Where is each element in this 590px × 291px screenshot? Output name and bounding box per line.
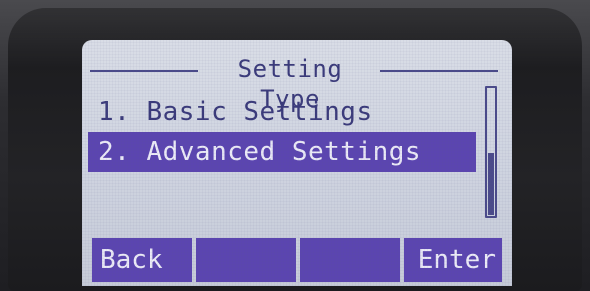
scrollbar-thumb[interactable]	[488, 153, 494, 215]
softkey-2[interactable]	[196, 238, 296, 282]
softkey-bar: Back Enter	[92, 238, 502, 282]
menu-item-advanced-settings[interactable]: 2. Advanced Settings	[88, 132, 476, 172]
lcd-screen: Setting Type 1. Basic Settings 2. Advanc…	[82, 40, 512, 286]
header-rule-right	[380, 70, 498, 72]
menu-item-basic-settings[interactable]: 1. Basic Settings	[88, 92, 476, 132]
scrollbar[interactable]	[485, 86, 497, 218]
back-softkey[interactable]: Back	[92, 238, 192, 282]
settings-menu: 1. Basic Settings 2. Advanced Settings	[88, 92, 476, 172]
screen-header: Setting Type	[90, 54, 500, 113]
softkey-3[interactable]	[300, 238, 400, 282]
phone-device: Setting Type 1. Basic Settings 2. Advanc…	[0, 0, 590, 291]
header-rule-left	[90, 70, 198, 72]
enter-softkey[interactable]: Enter	[404, 238, 502, 282]
